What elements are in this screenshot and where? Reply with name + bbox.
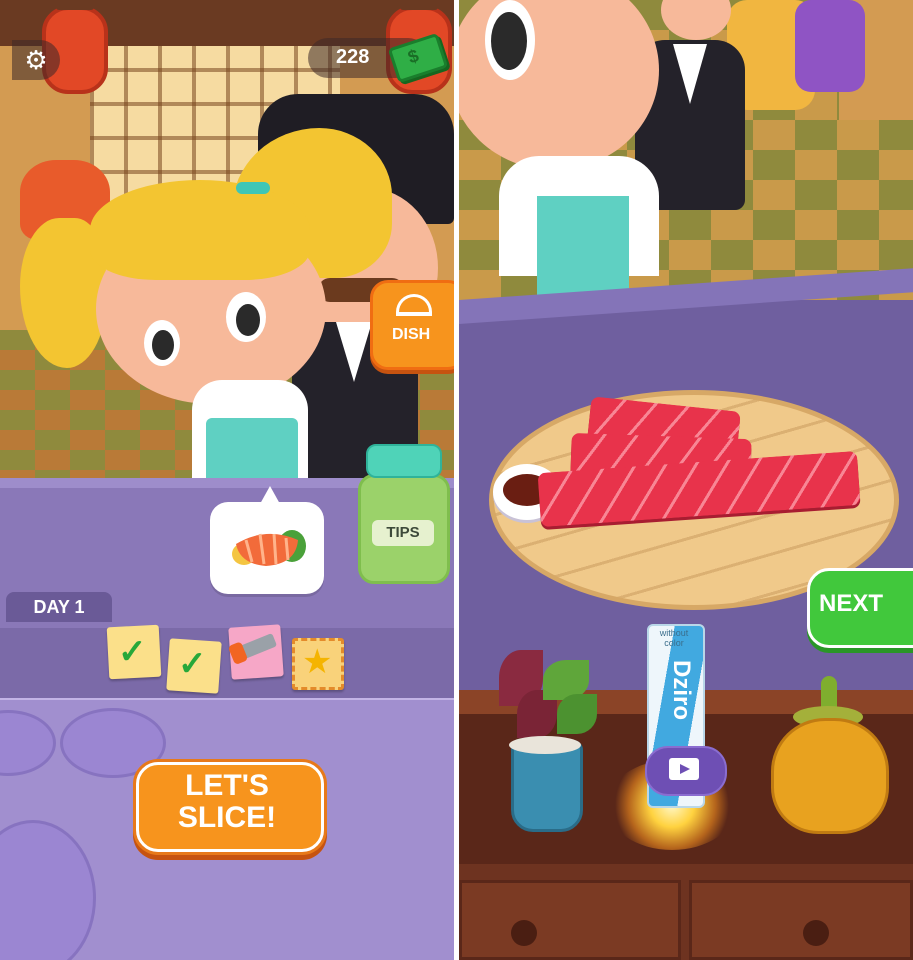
gear-icon: ⚙ [24,44,48,75]
drawer-knob [803,920,829,946]
dish-button-label: DISH [392,326,431,343]
plating-scene: NEXT without color Dziro [459,0,913,960]
blue-pot-rim [509,736,581,754]
cabinet-drawer-left [459,880,681,960]
ordering-scene: ⚙ 228 DISH TIPS DAY 1 ✓ ✓ ★ LET'S SLICE! [0,0,454,960]
salmon-sashimi-icon [232,530,306,566]
girl-bangs [90,180,310,280]
girl-pupil [491,12,527,70]
video-clapper-icon [669,758,699,780]
next-button-label: NEXT [819,590,884,617]
wasabi-tube-small-text: without color [659,628,689,648]
checkmark-icon: ✓ [178,645,207,683]
star-icon: ★ [302,643,333,681]
money-amount: 228 [336,46,370,68]
task-shelf [0,628,454,700]
gold-pot[interactable] [771,718,889,834]
day-label: DAY 1 [6,592,112,622]
settings-button[interactable]: ⚙ [12,40,60,80]
girl-apron [206,418,298,478]
girl-pupil-right [236,304,260,336]
customer-purple [795,0,865,92]
lets-slice-label: LET'S SLICE! [136,770,318,834]
tips-jar-label: TIPS [372,520,434,546]
lets-slice-line1: LET'S [185,769,269,802]
wasabi-tube-brand: Dziro [668,660,695,720]
girl-pupil-left [152,330,174,360]
lets-slice-line2: SLICE! [177,801,277,834]
green-leaf [557,694,597,734]
tips-jar-lid [366,444,442,478]
cabinet-drawer-right [689,880,913,960]
girl-hair-tie [236,182,270,194]
drawer-knob [511,920,537,946]
checkmark-icon: ✓ [118,633,147,671]
